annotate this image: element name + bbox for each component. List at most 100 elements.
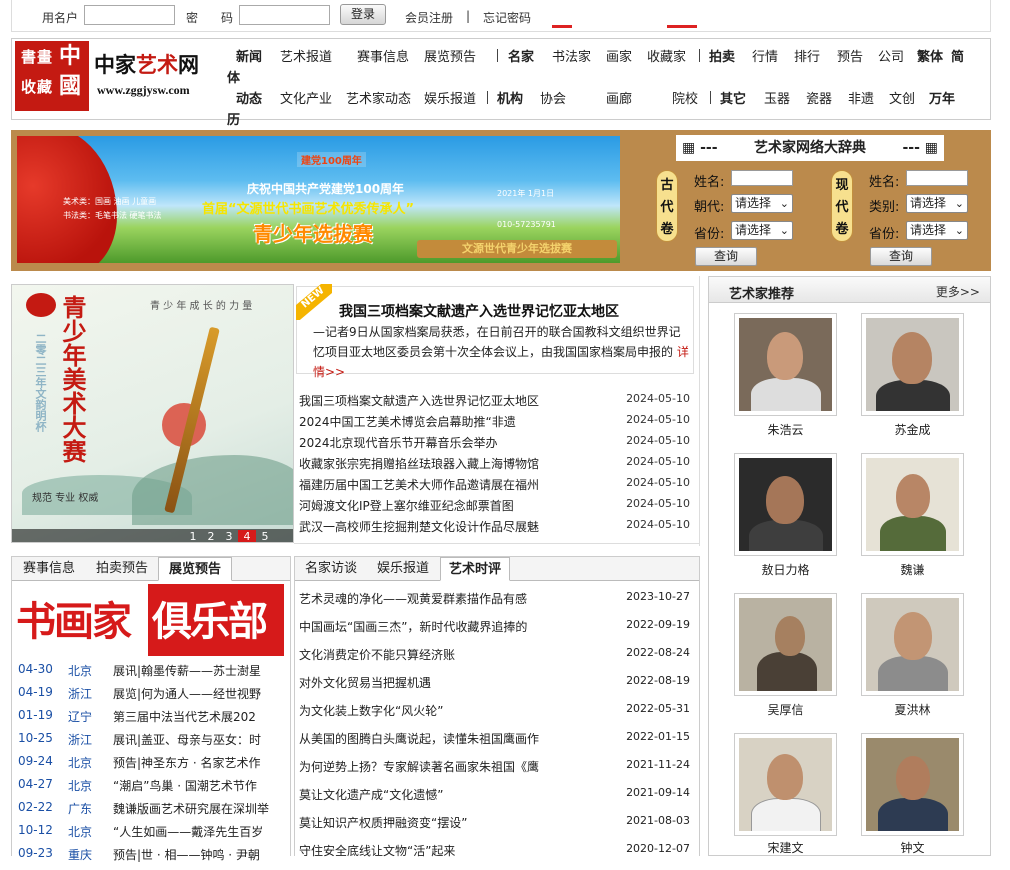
artist-portrait[interactable]: [861, 593, 964, 696]
list-item[interactable]: 文化消费定价不能只算经济账 2022-08-24: [299, 646, 694, 674]
dynasty-select[interactable]: 请选择 ⌄: [731, 194, 793, 213]
exhibition-title[interactable]: 预告|神圣东方 · 名家艺术作: [113, 754, 285, 771]
list-item[interactable]: 为文化装上数字化“风火轮” 2022-05-31: [299, 702, 694, 730]
list-item[interactable]: 04-27 北京 “潮启”鸟巢 · 国潮艺术节作: [18, 777, 286, 799]
modern-province-select[interactable]: 请选择 ⌄: [906, 221, 968, 240]
slide-page-button[interactable]: 3: [220, 530, 238, 542]
nav-creative[interactable]: 文创: [889, 88, 915, 107]
nav-trends[interactable]: 动态: [236, 88, 262, 107]
slide-page-button-active[interactable]: 4: [238, 530, 256, 542]
ancient-query-button[interactable]: 查询: [695, 247, 757, 266]
nav-collectors[interactable]: 收藏家: [647, 46, 686, 65]
list-item[interactable]: 09-23 重庆 预告|世 · 相——钟鸣 · 尹朝: [18, 846, 286, 868]
slide-page-button[interactable]: 2: [202, 530, 220, 542]
login-button[interactable]: 登录: [340, 4, 386, 25]
list-item[interactable]: 莫让文化遗产成“文化遗憾” 2021-09-14: [299, 786, 694, 814]
nav-traditional[interactable]: 繁体: [917, 46, 943, 65]
nav-company[interactable]: 公司: [878, 46, 904, 65]
featured-slideshow[interactable]: 青少年美术大赛 二零二三年文韵明杯 青 少 年 成 长 的 力 量 规范 专业 …: [11, 284, 294, 543]
exhibition-title[interactable]: “人生如画——戴泽先生百岁: [113, 823, 285, 840]
news-title[interactable]: 福建历届中国工艺美术大师作品邀请展在福州: [299, 476, 599, 493]
slide-page-button[interactable]: 1: [184, 530, 202, 542]
nav-others[interactable]: 其它: [720, 88, 746, 107]
critique-title[interactable]: 文化消费定价不能只算经济账: [299, 646, 599, 663]
list-item[interactable]: 01-19 辽宁 第三届中法当代艺术展202: [18, 708, 286, 730]
exhibition-title[interactable]: 展讯|盖亚、母亲与巫女：时: [113, 731, 285, 748]
username-input[interactable]: [84, 5, 175, 25]
artist-name[interactable]: 敖日力格: [734, 561, 837, 578]
news-title[interactable]: 河姆渡文化IP登上塞尔维亚纪念邮票首图: [299, 497, 599, 514]
list-item[interactable]: 04-30 北京 展讯|翰墨传薪——苏士澍星: [18, 662, 286, 684]
nav-simplified[interactable]: 简: [951, 46, 964, 65]
painters-club-banner[interactable]: 书画家 俱乐部: [16, 584, 284, 656]
list-item[interactable]: 艺术灵魂的净化——观黄爱群素描作品有感 2023-10-27: [299, 590, 694, 618]
artist-name[interactable]: 钟文: [861, 839, 964, 856]
list-item[interactable]: 2024北京现代音乐节开幕音乐会举办 2024-05-10: [299, 434, 694, 454]
nav-exhibition[interactable]: 展览预告: [424, 46, 476, 65]
nav-calendar-wrap[interactable]: 历: [227, 109, 240, 128]
tab-interviews[interactable]: 名家访谈: [299, 557, 363, 581]
news-title[interactable]: 武汉一高校师生挖掘荆楚文化设计作品尽展魅: [299, 518, 599, 535]
list-item[interactable]: 10-12 北京 “人生如画——戴泽先生百岁: [18, 823, 286, 845]
nav-news[interactable]: 新闻: [236, 46, 262, 65]
list-item[interactable]: 武汉一高校师生挖掘荆楚文化设计作品尽展魅 2024-05-10: [299, 518, 694, 538]
list-item[interactable]: 10-25 浙江 展讯|盖亚、母亲与巫女：时: [18, 731, 286, 753]
exhibition-title[interactable]: 魏谦版画艺术研究展在深圳举: [113, 800, 285, 817]
critique-title[interactable]: 莫让知识产权质押融资变“摆设”: [299, 814, 599, 831]
list-item[interactable]: 福建历届中国工艺美术大师作品邀请展在福州 2024-05-10: [299, 476, 694, 496]
list-item[interactable]: 04-19 浙江 展览|何为通人——经世视野: [18, 685, 286, 707]
list-item[interactable]: 09-24 北京 预告|神圣东方 · 名家艺术作: [18, 754, 286, 776]
list-item[interactable]: 守住安全底线让文物“活”起来 2020-12-07: [299, 842, 694, 870]
news-title[interactable]: 我国三项档案文献遗产入选世界记忆亚太地区: [299, 392, 599, 409]
list-item[interactable]: 2024中国工艺美术博览会启幕助推“非遗 2024-05-10: [299, 413, 694, 433]
tab-entertainment[interactable]: 娱乐报道: [371, 557, 435, 581]
logo-seal[interactable]: 中 國 書 畫 收 藏: [15, 41, 89, 111]
list-item[interactable]: 我国三项档案文献遗产入选世界记忆亚太地区 2024-05-10: [299, 392, 694, 412]
exhibition-title[interactable]: 展讯|翰墨传薪——苏士澍星: [113, 662, 285, 679]
nav-entertainment[interactable]: 娱乐报道: [424, 88, 476, 107]
exhibition-title[interactable]: 展览|何为通人——经世视野: [113, 685, 285, 702]
forgot-password-link[interactable]: 忘记密码: [483, 9, 531, 26]
critique-title[interactable]: 为文化装上数字化“风火轮”: [299, 702, 599, 719]
list-item[interactable]: 收藏家张宗宪捐赠掐丝珐琅器入藏上海博物馆 2024-05-10: [299, 455, 694, 475]
artist-portrait[interactable]: [861, 313, 964, 416]
password-input[interactable]: [239, 5, 330, 25]
list-item[interactable]: 莫让知识产权质押融资变“摆设” 2021-08-03: [299, 814, 694, 842]
ancient-name-input[interactable]: [731, 170, 793, 186]
tab-auction-preview[interactable]: 拍卖预告: [87, 557, 157, 581]
nav-preview[interactable]: 预告: [837, 46, 863, 65]
ancient-province-select[interactable]: 请选择 ⌄: [731, 221, 793, 240]
nav-painters[interactable]: 画家: [606, 46, 632, 65]
nav-artist-trends[interactable]: 艺术家动态: [346, 88, 411, 107]
artist-portrait[interactable]: [734, 453, 837, 556]
critique-title[interactable]: 莫让文化遗产成“文化遗憾”: [299, 786, 599, 803]
nav-simplified-wrap[interactable]: 体: [227, 67, 240, 86]
exhibition-title[interactable]: 预告|世 · 相——钟鸣 · 尹朝: [113, 846, 285, 863]
nav-art-report[interactable]: 艺术报道: [280, 46, 332, 65]
headline-title[interactable]: 我国三项档案文献遗产入选世界记忆亚太地区: [339, 301, 619, 321]
critique-title[interactable]: 艺术灵魂的净化——观黄爱群素描作品有感: [299, 590, 599, 607]
artist-name[interactable]: 魏谦: [861, 561, 964, 578]
list-item[interactable]: 河姆渡文化IP登上塞尔维亚纪念邮票首图 2024-05-10: [299, 497, 694, 517]
nav-culture-industry[interactable]: 文化产业: [280, 88, 332, 107]
nav-jade[interactable]: 玉器: [764, 88, 790, 107]
list-item[interactable]: 02-22 广东 魏谦版画艺术研究展在深圳举: [18, 800, 286, 822]
slide-page-button[interactable]: 5: [256, 530, 274, 542]
artist-portrait[interactable]: [734, 593, 837, 696]
critique-title[interactable]: 守住安全底线让文物“活”起来: [299, 842, 599, 859]
artist-portrait[interactable]: [734, 733, 837, 836]
logo-name[interactable]: 中家艺术网: [94, 49, 199, 79]
nav-auction[interactable]: 拍卖: [709, 46, 735, 65]
artist-name[interactable]: 朱浩云: [734, 421, 837, 438]
news-title[interactable]: 2024北京现代音乐节开幕音乐会举办: [299, 434, 599, 451]
list-item[interactable]: 从美国的图腾白头鹰说起，读懂朱祖国鹰画作 2022-01-15: [299, 730, 694, 758]
exhibition-title[interactable]: 第三届中法当代艺术展202: [113, 708, 285, 725]
nav-calligraphers[interactable]: 书法家: [552, 46, 591, 65]
artist-name[interactable]: 吴厚信: [734, 701, 837, 718]
nav-institutions[interactable]: 机构: [497, 88, 523, 107]
nav-market[interactable]: 行情: [752, 46, 778, 65]
critique-title[interactable]: 为何逆势上扬？专家解读著名画家朱祖国《鹰: [299, 758, 599, 775]
nav-ranking[interactable]: 排行: [794, 46, 820, 65]
critique-title[interactable]: 从美国的图腾白头鹰说起，读懂朱祖国鹰画作: [299, 730, 599, 747]
nav-heritage[interactable]: 非遗: [848, 88, 874, 107]
